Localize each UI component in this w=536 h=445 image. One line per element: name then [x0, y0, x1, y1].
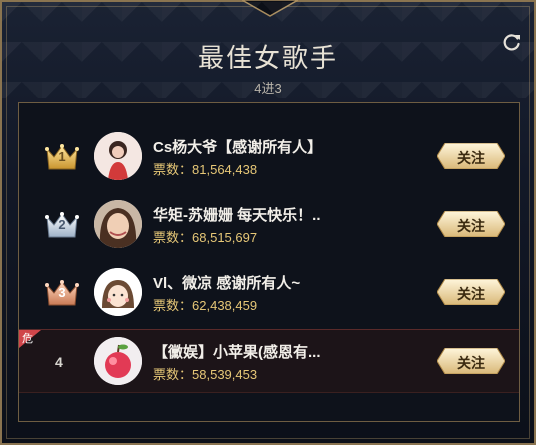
vote-count: 票数：58,539,453	[153, 367, 258, 382]
list-item: 1 Cs杨大爷【感谢所有人】 票数：81,564,438 关注	[19, 125, 519, 187]
list-item: 3 Vl、微凉 感谢所有人~ 票数：62,438,459 关注	[19, 261, 519, 323]
rank-number: 1	[58, 149, 66, 164]
follow-button[interactable]: 关注	[437, 348, 505, 374]
avatar[interactable]	[94, 337, 142, 385]
singer-name: 【黴娱】小苹果(感恩有...	[153, 344, 321, 361]
list-item: 危 4 【黴娱】小苹果(感恩有... 票数：58,539,453 关注	[19, 329, 519, 393]
page-title: 最佳女歌手	[197, 43, 338, 73]
rank-badge: 3	[45, 279, 79, 307]
rank-number: 4	[55, 354, 63, 370]
avatar[interactable]	[94, 268, 142, 316]
follow-button[interactable]: 关注	[437, 143, 505, 169]
rank-badge: 2	[45, 211, 79, 239]
rank-badge: 1	[45, 143, 79, 171]
singer-name: 华矩-苏姗姗 每天快乐！..	[153, 207, 321, 224]
refresh-icon[interactable]	[502, 32, 522, 52]
rank-number: 3	[58, 285, 66, 300]
panel-header: 最佳女歌手 4进3	[2, 2, 534, 98]
list-item: 2 华矩-苏姗姗 每天快乐！.. 票数：68,515,697 关注	[19, 193, 519, 255]
ranking-list: 1 Cs杨大爷【感谢所有人】 票数：81,564,438 关注 2 华矩-苏姗姗…	[18, 102, 520, 422]
vote-count: 票数：68,515,697	[153, 230, 258, 245]
vote-count: 票数：62,438,459	[153, 298, 258, 313]
singer-name: Cs杨大爷【感谢所有人】	[153, 139, 323, 156]
danger-label: 危	[22, 333, 33, 345]
avatar[interactable]	[94, 200, 142, 248]
follow-button[interactable]: 关注	[437, 211, 505, 237]
page-subtitle: 4进3	[254, 81, 282, 96]
follow-button[interactable]: 关注	[437, 279, 505, 305]
vote-count: 票数：81,564,438	[153, 162, 258, 177]
singer-name: Vl、微凉 感谢所有人~	[153, 275, 301, 292]
rank-number: 2	[58, 217, 66, 232]
avatar[interactable]	[94, 132, 142, 180]
vote-panel: 最佳女歌手 4进3 1 Cs杨大爷【感谢所有人】 票数：81,564,438 关…	[0, 0, 536, 445]
